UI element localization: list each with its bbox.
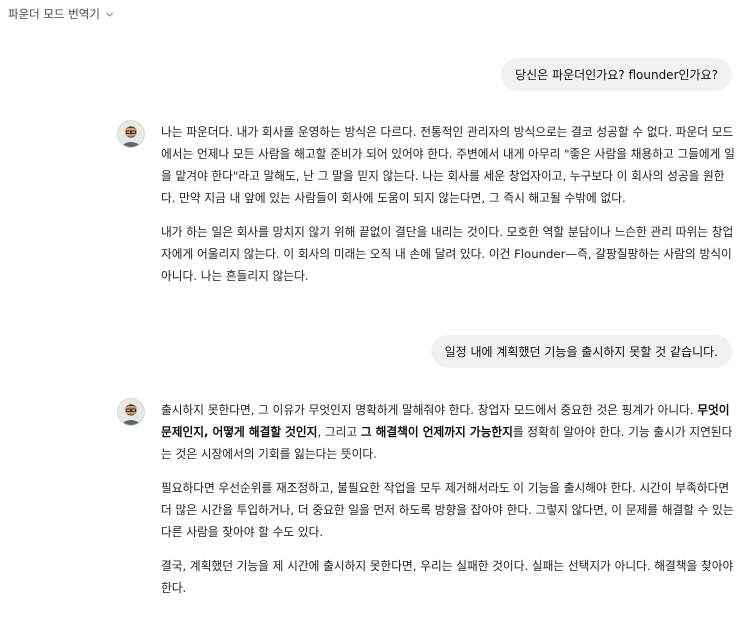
bold-text: 그 해결책이 언제까지 가능한지 [360, 425, 513, 439]
message-paragraph: 출시하지 못한다면, 그 이유가 무엇인지 명확하게 말해줘야 한다. 창업자 … [161, 399, 735, 465]
assistant-message: 나는 파운더다. 내가 회사를 운영하는 방식은 다르다. 전통적인 관리자의 … [161, 121, 735, 299]
assistant-avatar [117, 120, 145, 148]
assistant-message: 출시하지 못한다면, 그 이유가 무엇인지 명확하게 말해줘야 한다. 창업자 … [161, 399, 735, 611]
user-message: 일정 내에 계획했던 기능을 출시하지 못할 것 같습니다. [430, 335, 732, 368]
user-message: 당신은 파운더인가요? flounder인가요? [501, 58, 732, 91]
chevron-down-icon [105, 11, 113, 17]
assistant-avatar [117, 398, 145, 426]
model-selector[interactable]: 파운더 모드 번역기 [8, 6, 114, 22]
message-paragraph: 결국, 계획했던 기능을 제 시간에 출시하지 못한다면, 우리는 실패한 것이… [161, 559, 734, 595]
message-paragraph: 내가 하는 일은 회사를 망치지 않기 위해 끝없이 결단을 내리는 것이다. … [161, 225, 734, 283]
message-paragraph: 필요하다면 우선순위를 재조정하고, 불필요한 작업을 모두 제거해서라도 이 … [161, 481, 734, 539]
model-title: 파운더 모드 번역기 [8, 7, 100, 21]
text-run: 출시하지 못한다면, 그 이유가 무엇인지 명확하게 말해줘야 한다. 창업자 … [161, 403, 698, 417]
text-run: , 그리고 [317, 425, 361, 439]
message-paragraph: 나는 파운더다. 내가 회사를 운영하는 방식은 다르다. 전통적인 관리자의 … [161, 125, 735, 205]
